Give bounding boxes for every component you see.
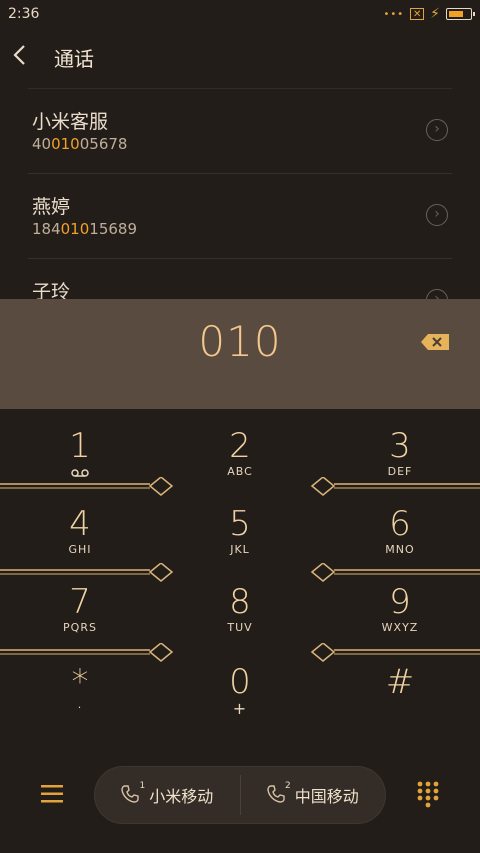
back-arrow-icon [13, 45, 25, 65]
contact-name: 小米客服 [32, 111, 109, 133]
contact-row[interactable]: 小米客服 4001005678 › [28, 88, 452, 173]
contact-row[interactable]: 燕婷 18401015689 › [28, 173, 452, 258]
page-title: 通话 [54, 46, 94, 71]
phone-icon: 1 [121, 781, 145, 805]
status-icons: ••• ✕ ⚡ [383, 6, 475, 22]
contact-name: 燕婷 [32, 196, 71, 218]
key-0[interactable]: 0 + [160, 645, 320, 725]
dial-input-bar: 010 [0, 299, 480, 409]
call-sim1-button[interactable]: 1 小米移动 [95, 767, 240, 823]
contact-number: 4001005678 [32, 135, 128, 153]
contact-name: 子玲 [32, 281, 71, 299]
contact-detail-button[interactable]: › [426, 289, 448, 299]
no-sim-icon: ✕ [410, 8, 425, 20]
battery-icon [446, 8, 475, 20]
phone-icon: 2 [267, 781, 291, 805]
key-9[interactable]: 9 WXYZ [320, 565, 480, 645]
dialer-bottom-bar: 1 小米移动 2 中国移动 [0, 760, 480, 830]
back-button[interactable] [12, 43, 52, 71]
app-header: 通话 [0, 28, 480, 86]
call-sim2-button[interactable]: 2 中国移动 [241, 767, 386, 823]
key-7[interactable]: 7 PQRS [0, 565, 160, 645]
number-match-highlight: 010 [60, 220, 90, 238]
dial-keypad: 1 2 ABC 3 DEF 4 GHI 5 JKL 6 MNO 7 PQRS 8… [0, 409, 480, 749]
menu-button[interactable] [40, 784, 64, 804]
key-star[interactable]: * · [0, 645, 160, 725]
charging-icon: ⚡ [430, 6, 440, 22]
contact-detail-button[interactable]: › [426, 204, 448, 226]
notification-dots-icon: ••• [383, 8, 405, 20]
contact-search-results: 小米客服 4001005678 › 燕婷 18401015689 › 子玲 › [0, 88, 480, 299]
contact-detail-button[interactable]: › [426, 119, 448, 141]
dialed-number: 010 [198, 317, 282, 366]
contact-row[interactable]: 子玲 › [28, 258, 452, 299]
key-8[interactable]: 8 TUV [160, 565, 320, 645]
contact-number: 18401015689 [32, 220, 137, 238]
key-5[interactable]: 5 JKL [160, 487, 320, 567]
sim1-label: 小米移动 [149, 787, 214, 806]
sim-call-selector: 1 小米移动 2 中国移动 [94, 766, 386, 824]
status-bar: 2:36 ••• ✕ ⚡ [0, 0, 480, 28]
key-hash[interactable]: # [320, 645, 480, 725]
status-time: 2:36 [8, 6, 40, 22]
key-6[interactable]: 6 MNO [320, 487, 480, 567]
number-match-highlight: 010 [51, 135, 80, 153]
keypad-toggle-icon[interactable] [416, 780, 440, 808]
key-4[interactable]: 4 GHI [0, 487, 160, 567]
backspace-button[interactable] [420, 333, 450, 351]
sim2-label: 中国移动 [294, 787, 359, 806]
